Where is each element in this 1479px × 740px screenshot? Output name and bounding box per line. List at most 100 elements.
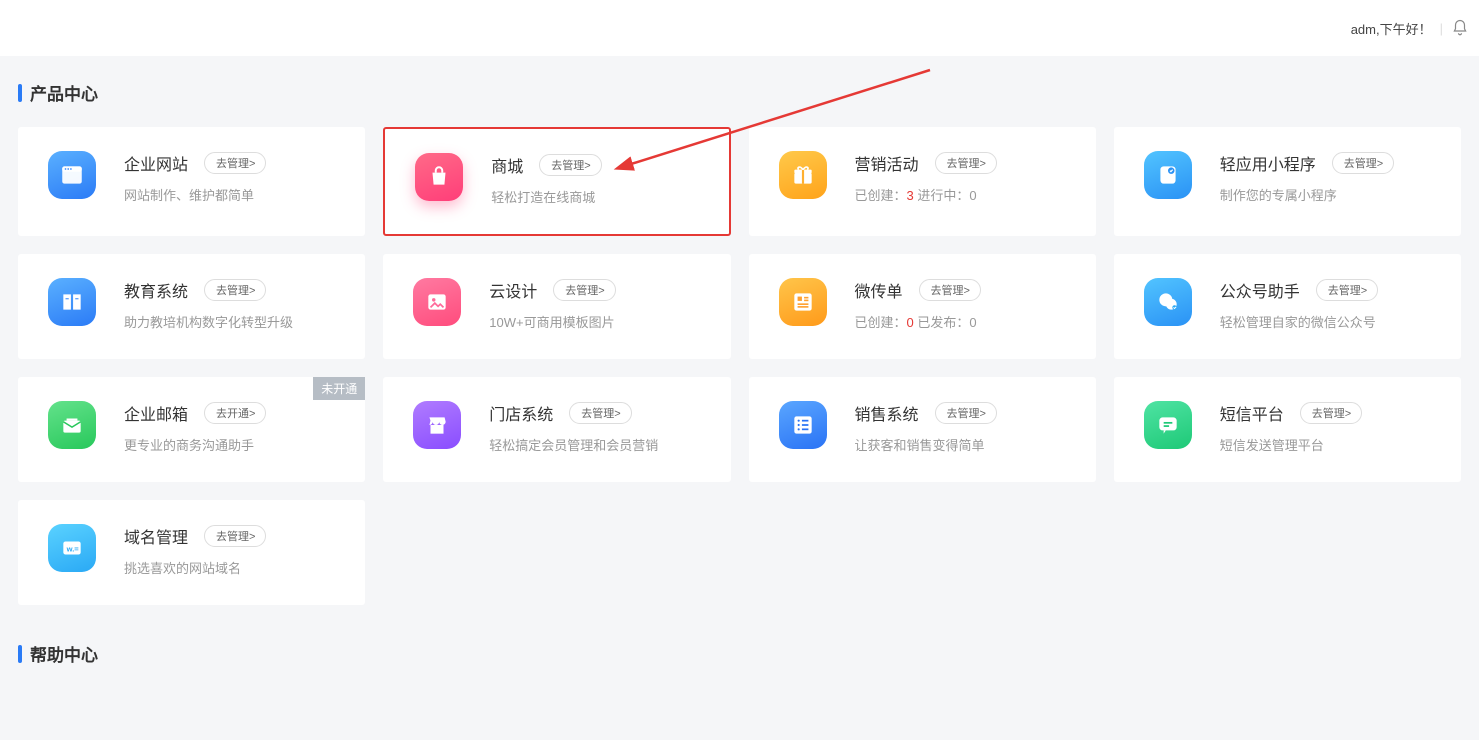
title-row: 企业邮箱去开通> — [124, 401, 343, 425]
manage-button[interactable]: 去管理> — [1316, 279, 1378, 301]
page: 产品中心 企业网站去管理>网站制作、维护都简单商城去管理>轻松打造在线商城营销活… — [0, 56, 1479, 728]
sub-label-1: 已创建： — [855, 188, 907, 203]
greeting-text: adm,下午好！ — [1351, 19, 1432, 38]
product-card-store-system[interactable]: 门店系统去管理> 轻松搞定会员管理和会员营销 — [383, 377, 730, 482]
manage-button[interactable]: 去管理> — [919, 279, 981, 301]
card-content: 域名管理去管理> 挑选喜欢的网站域名 — [124, 524, 343, 577]
card-sub: 已创建：0 已发布：0 — [855, 312, 1074, 331]
product-card-education[interactable]: 教育系统去管理> 助力教培机构数字化转型升级 — [18, 254, 365, 359]
manage-button[interactable]: 去管理> — [935, 402, 997, 424]
card-title: 云设计 — [489, 278, 537, 302]
card-title: 微传单 — [855, 278, 903, 302]
sub-text: 短信发送管理平台 — [1220, 438, 1324, 453]
title-row: 域名管理去管理> — [124, 524, 343, 548]
marketing-icon — [779, 151, 827, 199]
product-card-weichuandan[interactable]: 微传单去管理> 已创建：0 已发布：0 — [749, 254, 1096, 359]
card-content: 商城去管理> 轻松打造在线商城 — [491, 153, 706, 206]
card-content: 微传单去管理> 已创建：0 已发布：0 — [855, 278, 1074, 331]
manage-button[interactable]: 去管理> — [204, 152, 266, 174]
card-content: 企业邮箱去开通> 更专业的商务沟通助手 — [124, 401, 343, 454]
sms-icon — [1144, 401, 1192, 449]
product-card-domain[interactable]: w.= 域名管理去管理> 挑选喜欢的网站域名 — [18, 500, 365, 605]
card-sub: 更专业的商务沟通助手 — [124, 435, 343, 454]
education-icon — [48, 278, 96, 326]
card-sub: 已创建：3 进行中：0 — [855, 185, 1074, 204]
sub-count-1: 0 — [907, 315, 914, 330]
cloud-design-icon — [413, 278, 461, 326]
product-card-enterprise-mail[interactable]: 未开通企业邮箱去开通>更专业的商务沟通助手 — [18, 377, 365, 482]
domain-icon: w.= — [48, 524, 96, 572]
title-row: 轻应用小程序去管理> — [1220, 151, 1439, 175]
card-sub: 让获客和销售变得简单 — [855, 435, 1074, 454]
product-card-mini-program[interactable]: 轻应用小程序去管理> 制作您的专属小程序 — [1114, 127, 1461, 236]
weichuandan-icon — [779, 278, 827, 326]
bell-icon[interactable] — [1451, 19, 1469, 37]
card-title: 企业网站 — [124, 151, 188, 175]
card-sub: 网站制作、维护都简单 — [124, 185, 343, 204]
sub-count-2: 0 — [969, 315, 976, 330]
card-title: 营销活动 — [855, 151, 919, 175]
card-sub: 轻松打造在线商城 — [491, 187, 706, 206]
card-title: 公众号助手 — [1220, 278, 1300, 302]
manage-button[interactable]: 去管理> — [569, 402, 631, 424]
manage-button[interactable]: 去管理> — [1300, 402, 1362, 424]
enterprise-mail-icon — [48, 401, 96, 449]
manage-button[interactable]: 去管理> — [539, 154, 601, 176]
card-content: 轻应用小程序去管理> 制作您的专属小程序 — [1220, 151, 1439, 204]
card-title: 教育系统 — [124, 278, 188, 302]
sub-count-2: 0 — [969, 188, 976, 203]
manage-button[interactable]: 去管理> — [204, 279, 266, 301]
card-title: 轻应用小程序 — [1220, 151, 1316, 175]
title-row: 短信平台去管理> — [1220, 401, 1439, 425]
product-card-sales-system[interactable]: 销售系统去管理> 让获客和销售变得简单 — [749, 377, 1096, 482]
section-title-help: 帮助中心 — [18, 641, 1461, 666]
card-content: 教育系统去管理> 助力教培机构数字化转型升级 — [124, 278, 343, 331]
separator: | — [1440, 21, 1443, 36]
sub-text: 轻松管理自家的微信公众号 — [1220, 315, 1376, 330]
product-card-marketing[interactable]: 营销活动去管理> 已创建：3 进行中：0 — [749, 127, 1096, 236]
sub-text: 制作您的专属小程序 — [1220, 188, 1337, 203]
card-content: 门店系统去管理> 轻松搞定会员管理和会员营销 — [489, 401, 708, 454]
card-sub: 轻松搞定会员管理和会员营销 — [489, 435, 708, 454]
title-row: 商城去管理> — [491, 153, 706, 177]
sub-text: 助力教培机构数字化转型升级 — [124, 315, 293, 330]
sub-label-2: 进行中： — [914, 188, 970, 203]
mall-icon — [415, 153, 463, 201]
product-card-sms[interactable]: 短信平台去管理> 短信发送管理平台 — [1114, 377, 1461, 482]
manage-button[interactable]: 去管理> — [1332, 152, 1394, 174]
card-title: 销售系统 — [855, 401, 919, 425]
manage-button[interactable]: 去管理> — [204, 525, 266, 547]
product-card-wechat-helper[interactable]: 公众号助手去管理> 轻松管理自家的微信公众号 — [1114, 254, 1461, 359]
manage-button[interactable]: 去管理> — [553, 279, 615, 301]
card-title: 企业邮箱 — [124, 401, 188, 425]
title-row: 销售系统去管理> — [855, 401, 1074, 425]
badge-unopened: 未开通 — [313, 377, 365, 400]
card-sub: 10W+可商用模板图片 — [489, 312, 708, 331]
card-sub: 轻松管理自家的微信公众号 — [1220, 312, 1439, 331]
card-content: 企业网站去管理> 网站制作、维护都简单 — [124, 151, 343, 204]
title-row: 企业网站去管理> — [124, 151, 343, 175]
title-row: 云设计去管理> — [489, 278, 708, 302]
sub-text: 网站制作、维护都简单 — [124, 188, 254, 203]
card-title: 域名管理 — [124, 524, 188, 548]
product-card-enterprise-website[interactable]: 企业网站去管理> 网站制作、维护都简单 — [18, 127, 365, 236]
sub-text: 挑选喜欢的网站域名 — [124, 561, 241, 576]
top-bar: adm,下午好！ | — [0, 0, 1479, 56]
title-row: 门店系统去管理> — [489, 401, 708, 425]
card-content: 销售系统去管理> 让获客和销售变得简单 — [855, 401, 1074, 454]
product-card-cloud-design[interactable]: 云设计去管理> 10W+可商用模板图片 — [383, 254, 730, 359]
wechat-helper-icon — [1144, 278, 1192, 326]
product-card-mall[interactable]: 商城去管理> 轻松打造在线商城 — [383, 127, 730, 236]
card-sub: 挑选喜欢的网站域名 — [124, 558, 343, 577]
sub-label-1: 已创建： — [855, 315, 907, 330]
manage-button[interactable]: 去开通> — [204, 402, 266, 424]
section-title-product-text: 产品中心 — [30, 80, 98, 105]
card-title: 短信平台 — [1220, 401, 1284, 425]
section-title-help-text: 帮助中心 — [30, 641, 98, 666]
title-row: 营销活动去管理> — [855, 151, 1074, 175]
card-content: 云设计去管理> 10W+可商用模板图片 — [489, 278, 708, 331]
product-grid: 企业网站去管理>网站制作、维护都简单商城去管理>轻松打造在线商城营销活动去管理>… — [18, 127, 1461, 605]
manage-button[interactable]: 去管理> — [935, 152, 997, 174]
title-row: 公众号助手去管理> — [1220, 278, 1439, 302]
svg-text:w.=: w.= — [66, 544, 80, 553]
